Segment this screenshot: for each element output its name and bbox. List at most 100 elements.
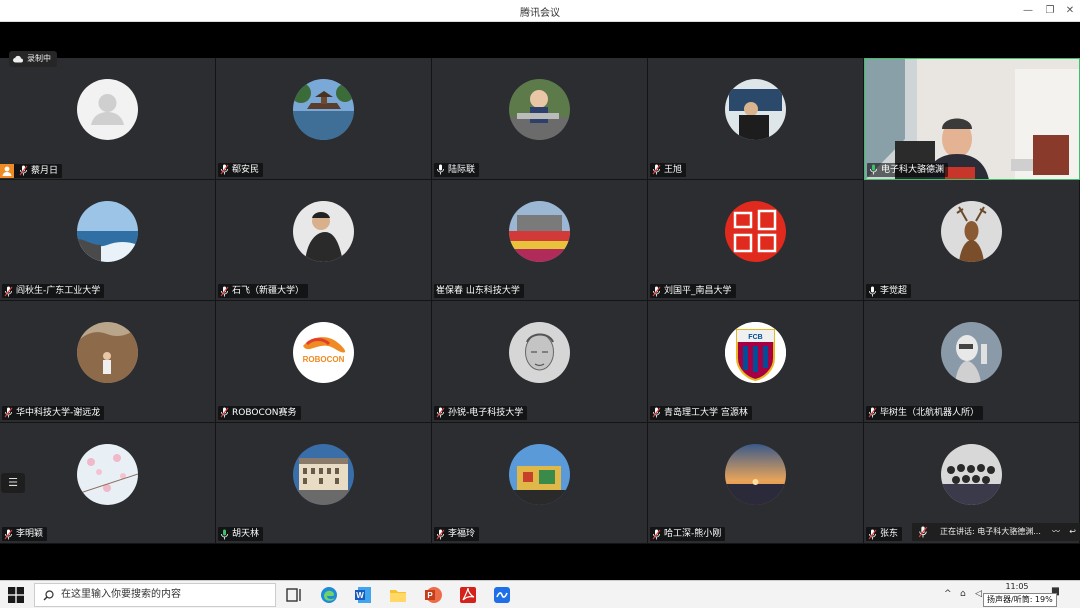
participant-tile[interactable]: 孙锐-电子科技大学	[432, 301, 648, 423]
participant-name: 毕树生（北航机器人所）	[880, 407, 980, 418]
participant-namebar: 胡天林	[218, 527, 264, 541]
participant-namebar: 李福玲	[434, 527, 480, 541]
waveform-icon: 〰	[1052, 527, 1060, 536]
participant-namebar: 孙锐-电子科技大学	[434, 405, 528, 420]
fcb-crest-text: FCB	[748, 334, 762, 341]
participant-name: 石飞（新疆大学）	[232, 286, 305, 296]
avatar	[293, 443, 354, 505]
mic-muted-icon	[19, 165, 28, 176]
word-icon[interactable]: W	[353, 585, 373, 605]
edge-browser-icon[interactable]	[319, 585, 339, 605]
host-icon	[0, 163, 14, 178]
participant-namebar: 王旭	[650, 162, 687, 177]
recording-badge[interactable]: 录制中	[9, 51, 57, 67]
participant-tile[interactable]: 李明颖	[0, 422, 216, 544]
participant-name: 李福玲	[448, 529, 476, 539]
bottom-bar	[0, 544, 1080, 580]
participant-namebar: 青岛理工大学 宫源林	[650, 405, 752, 420]
participant-name: 李明颖	[16, 529, 44, 539]
powerpoint-icon[interactable]: P	[423, 585, 443, 605]
avatar	[509, 79, 570, 140]
participant-name: 电子科大骆德渊	[881, 164, 945, 175]
cloud-icon	[13, 55, 23, 63]
avatar	[77, 322, 138, 383]
avatar	[77, 79, 138, 140]
os-taskbar: 在这里输入你要搜索的内容 W P ^ ⌂ ◁ 11:05 ▆	[0, 580, 1080, 608]
speaker-icon[interactable]: ◁	[975, 589, 982, 599]
minimize-icon[interactable]: —	[1020, 3, 1036, 19]
participant-name: 孙锐-电子科技大学	[448, 407, 524, 418]
participant-tile-active-speaker[interactable]: 电子科大骆德渊	[864, 58, 1080, 180]
participant-namebar: 华中科技大学-谢远龙	[2, 405, 105, 420]
participant-tile[interactable]: 刘国平_南昌大学	[648, 179, 864, 301]
participant-namebar: 李明颖	[2, 527, 48, 541]
participant-grid: 蔡月日 郗安民 陆际联 王旭 电子科大骆德渊 阎秋生-广东工业大学 石飞（新疆大…	[0, 58, 1080, 544]
top-bar	[0, 22, 1080, 58]
close-icon[interactable]: ✕	[1062, 3, 1078, 19]
participant-name: 郗安民	[232, 164, 260, 175]
acrobat-icon[interactable]	[458, 585, 478, 605]
participant-namebar: 电子科大骆德渊	[867, 162, 949, 177]
participant-tile[interactable]: 李福玲	[432, 422, 648, 544]
participant-namebar: 张东	[866, 527, 903, 541]
participant-tile[interactable]: 陆际联	[432, 58, 648, 180]
participant-tile[interactable]: 胡天林	[216, 422, 432, 544]
participant-tile[interactable]: 王旭	[648, 58, 864, 180]
mic-icon	[221, 529, 228, 539]
mic-icon	[437, 164, 444, 175]
mic-muted-icon	[4, 407, 13, 418]
mic-active-icon	[870, 164, 877, 175]
task-view-icon[interactable]	[284, 585, 304, 605]
tencent-meeting-icon[interactable]	[492, 585, 512, 605]
mic-muted-icon	[220, 407, 229, 418]
window-title: 腾讯会议	[520, 8, 560, 19]
participant-name: 张东	[880, 529, 899, 539]
windows-start-icon[interactable]	[8, 587, 24, 603]
participant-namebar: 哈工深-熊小刚	[650, 527, 726, 541]
mic-muted-icon	[652, 407, 661, 418]
volume-tooltip: 扬声器/听筒: 19%	[983, 593, 1057, 607]
avatar	[293, 79, 354, 140]
participant-tile[interactable]: ROBOCON ROBOCON赛务	[216, 301, 432, 423]
participant-name: 哈工深-熊小刚	[664, 529, 722, 539]
participant-namebar: 崔保春 山东科技大学	[434, 284, 524, 298]
window-titlebar: 腾讯会议 — ❐ ✕	[0, 0, 1080, 22]
participant-name: 华中科技大学-谢远龙	[16, 407, 101, 418]
participant-tile[interactable]: 阎秋生-广东工业大学	[0, 179, 216, 301]
avatar	[725, 79, 786, 140]
participant-video	[865, 59, 1079, 179]
participant-namebar: 阎秋生-广东工业大学	[2, 284, 105, 298]
tray-chevron-icon[interactable]: ^	[944, 589, 952, 599]
participant-name: 陆际联	[448, 164, 476, 175]
recording-label: 录制中	[27, 54, 51, 63]
participant-tile[interactable]: 石飞（新疆大学）	[216, 179, 432, 301]
mic-muted-icon	[652, 286, 661, 296]
participant-name: ROBOCON赛务	[232, 407, 297, 418]
mic-muted-icon	[220, 164, 229, 175]
mic-muted-icon	[436, 407, 445, 418]
network-icon[interactable]: ⌂	[960, 589, 966, 599]
member-list-button[interactable]: ☰	[1, 473, 25, 493]
taskbar-search-input[interactable]: 在这里输入你要搜索的内容	[34, 583, 276, 607]
avatar	[725, 443, 786, 505]
avatar: ROBOCON	[293, 322, 354, 383]
robocon-logo-text: ROBOCON	[303, 355, 345, 364]
participant-tile[interactable]: FCB 青岛理工大学 宫源林	[648, 301, 864, 423]
maximize-icon[interactable]: ❐	[1042, 3, 1058, 19]
participant-tile[interactable]: 蔡月日	[0, 58, 216, 180]
taskbar-clock[interactable]: 11:05	[996, 582, 1038, 591]
file-explorer-icon[interactable]	[388, 585, 408, 605]
participant-tile[interactable]: 郗安民	[216, 58, 432, 180]
participant-tile[interactable]: 崔保春 山东科技大学	[432, 179, 648, 301]
mic-muted-icon	[220, 286, 229, 296]
participant-tile[interactable]: 李觉超	[864, 179, 1080, 301]
participant-namebar: 郗安民	[218, 162, 264, 177]
participant-tile[interactable]: 哈工深-熊小刚	[648, 422, 864, 544]
participant-namebar: 蔡月日	[0, 163, 63, 178]
participant-name: 崔保春 山东科技大学	[436, 286, 520, 296]
participant-tile[interactable]: 毕树生（北航机器人所）	[864, 301, 1080, 423]
participant-name: 阎秋生-广东工业大学	[16, 286, 101, 296]
reply-icon[interactable]: ↩	[1069, 523, 1076, 541]
mic-muted-icon	[4, 529, 13, 539]
participant-tile[interactable]: 华中科技大学-谢远龙	[0, 301, 216, 423]
